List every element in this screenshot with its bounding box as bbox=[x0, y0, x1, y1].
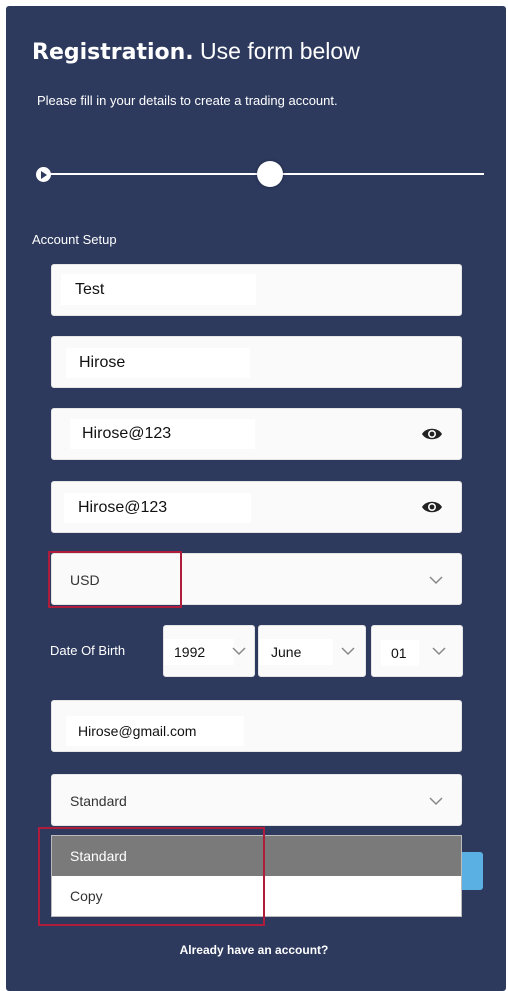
chevron-down-icon bbox=[432, 647, 446, 656]
dob-year-select[interactable]: 1992 bbox=[163, 625, 255, 677]
eye-icon[interactable] bbox=[421, 499, 443, 515]
login-link[interactable]: Already have an account? bbox=[0, 943, 508, 957]
account-type-value: Standard bbox=[70, 793, 127, 809]
play-icon bbox=[40, 170, 47, 179]
title-bold: Registration. bbox=[32, 40, 194, 65]
confirm-password-value: Hirose@123 bbox=[64, 493, 251, 523]
email-field[interactable]: Hirose@gmail.com bbox=[51, 700, 462, 752]
dob-day-value: 01 bbox=[381, 640, 419, 666]
confirm-password-field[interactable]: Hirose@123 bbox=[51, 481, 462, 533]
first-name-field[interactable]: Test bbox=[51, 264, 462, 316]
section-label: Account Setup bbox=[32, 232, 117, 247]
dob-year-value: 1992 bbox=[164, 639, 234, 665]
first-name-value: Test bbox=[61, 274, 256, 305]
page-subtitle: Please fill in your details to create a … bbox=[37, 93, 338, 108]
eye-icon[interactable] bbox=[421, 426, 443, 442]
email-value: Hirose@gmail.com bbox=[66, 716, 244, 746]
progress-step-indicator bbox=[36, 167, 51, 182]
password-field[interactable]: Hirose@123 bbox=[51, 408, 462, 460]
dob-month-select[interactable]: June bbox=[258, 625, 366, 677]
dob-label: Date Of Birth bbox=[50, 643, 126, 658]
last-name-field[interactable]: Hirose bbox=[51, 336, 462, 388]
password-value: Hirose@123 bbox=[70, 419, 255, 449]
chevron-down-icon bbox=[341, 647, 355, 656]
page-title: Registration. Use form below bbox=[32, 38, 360, 65]
chevron-down-icon bbox=[232, 647, 246, 656]
highlight-box bbox=[48, 551, 182, 608]
chevron-down-icon bbox=[429, 797, 443, 806]
progress-slider-knob[interactable] bbox=[257, 161, 283, 187]
highlight-box bbox=[38, 827, 265, 926]
dob-month-value: June bbox=[259, 639, 333, 665]
chevron-down-icon bbox=[429, 576, 443, 585]
last-name-value: Hirose bbox=[66, 348, 250, 378]
dob-day-select[interactable]: 01 bbox=[371, 625, 463, 677]
account-type-select[interactable]: Standard bbox=[51, 774, 462, 826]
title-rest: Use form below bbox=[193, 38, 360, 64]
